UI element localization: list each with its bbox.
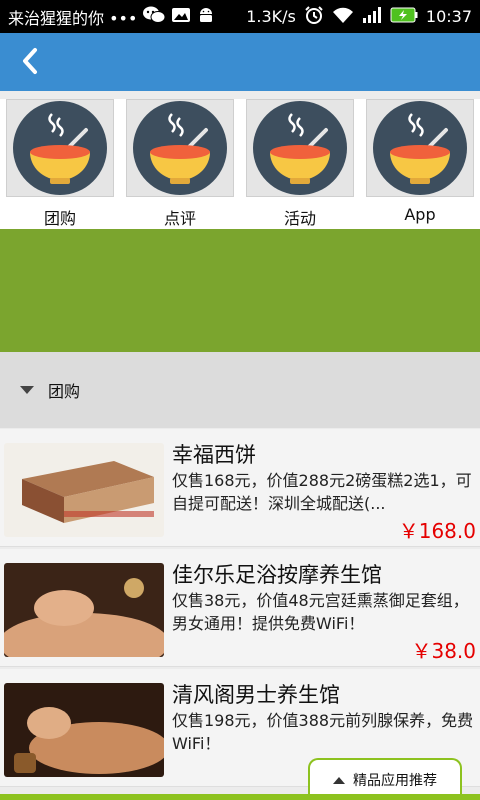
soup-bowl-icon: [6, 99, 114, 197]
category-label: 点评: [163, 209, 196, 228]
alarm-icon: [304, 5, 324, 29]
category-label: 团购: [43, 209, 76, 228]
spa-thumbnail: [4, 683, 164, 777]
recommend-label: 精品应用推荐: [353, 773, 437, 789]
status-bar: 来治猩猩的你 ••• 1.3K/s 10:37: [0, 0, 480, 33]
category-row: 团购 点评 活动 App: [0, 99, 480, 229]
soup-bowl-icon: [246, 99, 354, 197]
section-title: 团购: [48, 382, 81, 401]
category-app[interactable]: App: [364, 99, 476, 229]
caret-down-icon: [20, 386, 34, 394]
soup-bowl-icon: [126, 99, 234, 197]
network-speed: 1.3K/s: [246, 7, 296, 26]
category-tuangou[interactable]: 团购: [4, 99, 116, 229]
soup-bowl-icon: [366, 99, 474, 197]
cake-thumbnail: [4, 443, 164, 537]
deal-description: 仅售38元，价值48元宫廷熏蒸御足套组，男女通用！提供免费WiFi！: [172, 591, 469, 633]
deal-description: 仅售168元，价值288元2磅蛋糕2选1，可自提可配送！深圳全城配送(...: [172, 471, 472, 513]
chevron-left-icon: [23, 48, 37, 74]
android-icon: [197, 6, 215, 28]
battery-icon: [390, 7, 418, 27]
massage-thumbnail: [4, 563, 164, 657]
list-item[interactable]: 幸福西饼 仅售168元，价值288元2磅蛋糕2选1，可自提可配送！深圳全城配送(…: [0, 429, 480, 547]
caret-up-icon: [333, 776, 345, 784]
signal-icon: [362, 6, 382, 28]
category-label: App: [404, 205, 436, 224]
category-label: 活动: [283, 209, 316, 228]
deal-price: ￥168.0: [398, 519, 476, 543]
deal-name: 幸福西饼: [172, 443, 256, 467]
wifi-icon: [332, 6, 354, 28]
list-item[interactable]: 佳尔乐足浴按摩养生馆 仅售38元，价值48元宫廷熏蒸御足套组，男女通用！提供免费…: [0, 549, 480, 667]
section-header[interactable]: 团购: [0, 352, 480, 428]
notification-text: 来治猩猩的你 •••: [8, 8, 138, 28]
category-huodong[interactable]: 活动: [244, 99, 356, 229]
bottom-accent-line: [0, 794, 480, 800]
deal-name: 清风阁男士养生馆: [172, 683, 340, 707]
back-button[interactable]: [12, 43, 48, 79]
deal-name: 佳尔乐足浴按摩养生馆: [172, 563, 382, 587]
deal-description: 仅售198元，价值388元前列腺保养，免费WiFi！: [172, 711, 474, 753]
promo-banner[interactable]: [0, 229, 480, 352]
wechat-icon: [143, 6, 166, 28]
clock: 10:37: [425, 7, 472, 26]
app-bar: [0, 33, 480, 91]
deal-price: ￥38.0: [411, 639, 476, 663]
image-icon: [171, 7, 191, 27]
deal-list: 幸福西饼 仅售168元，价值288元2磅蛋糕2选1，可自提可配送！深圳全城配送(…: [0, 429, 480, 800]
category-dianping[interactable]: 点评: [124, 99, 236, 229]
